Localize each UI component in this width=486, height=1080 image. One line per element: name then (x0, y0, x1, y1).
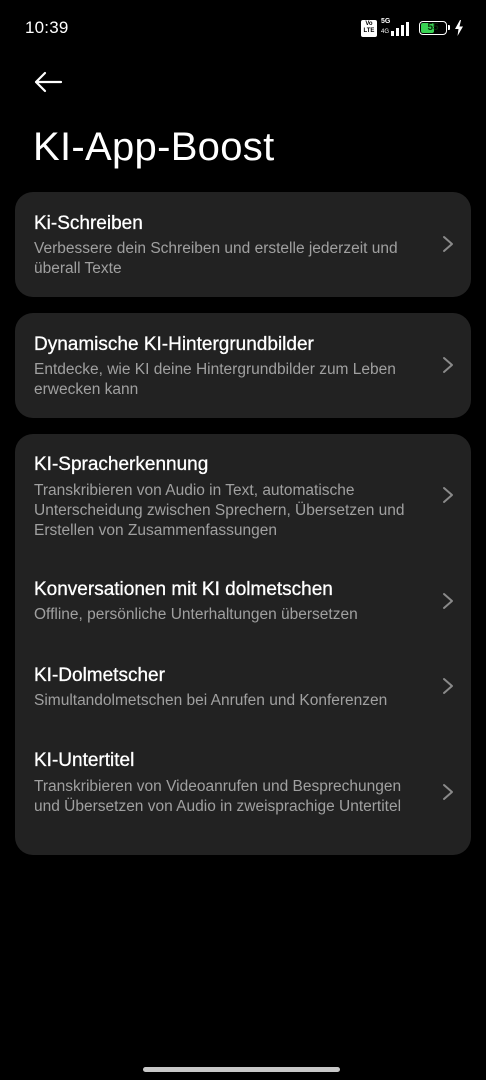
list-item-ki-untertitel[interactable]: KI-Untertitel Transkribieren von Videoan… (15, 732, 471, 855)
page-title: KI-App-Boost (33, 125, 275, 169)
status-bar: 10:39 Vo LTE 5G 4G 55 (0, 0, 486, 56)
item-title: KI-Dolmetscher (34, 665, 165, 686)
list-item-ki-spracherkennung[interactable]: KI-Spracherkennung Transkribieren von Au… (15, 434, 471, 562)
list-item-ki-schreiben[interactable]: Ki-Schreiben Verbessere dein Schreiben u… (15, 192, 471, 297)
item-description: Offline, persönliche Unterhaltungen über… (34, 606, 358, 623)
home-indicator[interactable] (143, 1067, 340, 1072)
battery-icon: 55 (419, 21, 450, 35)
settings-card: Ki-Schreiben Verbessere dein Schreiben u… (15, 192, 471, 297)
list-item-ki-dolmetscher[interactable]: KI-Dolmetscher Simultandolmetschen bei A… (15, 646, 471, 732)
chevron-right-icon (443, 236, 453, 252)
item-title: Dynamische KI-Hintergrundbilder (34, 334, 314, 355)
settings-card: KI-Spracherkennung Transkribieren von Au… (15, 434, 471, 855)
back-button[interactable] (26, 62, 70, 102)
item-title: KI-Spracherkennung (34, 454, 209, 475)
item-title: KI-Untertitel (34, 750, 135, 771)
chevron-right-icon (443, 487, 453, 503)
item-description: Verbessere dein Schreiben und erstelle j… (34, 240, 398, 277)
signal-icon: 5G 4G (381, 18, 411, 37)
item-description: Transkribieren von Audio in Text, automa… (34, 482, 405, 539)
network-type-label: 5G (381, 18, 391, 25)
list-item-dynamische-hintergrundbilder[interactable]: Dynamische KI-Hintergrundbilder Entdecke… (15, 313, 471, 418)
volte-icon: Vo LTE (361, 19, 377, 37)
charging-icon (455, 20, 463, 36)
battery-percent: 55 (427, 22, 439, 33)
chevron-right-icon (443, 678, 453, 694)
chevron-right-icon (443, 784, 453, 800)
status-icons: Vo LTE 5G 4G 55 (361, 17, 464, 39)
item-description: Entdecke, wie KI deine Hintergrundbilder… (34, 361, 396, 398)
item-title: Konversationen mit KI dolmetschen (34, 579, 333, 600)
item-description: Simultandolmetschen bei Anrufen und Konf… (34, 692, 388, 709)
settings-card: Dynamische KI-Hintergrundbilder Entdecke… (15, 313, 471, 418)
signal-bars (391, 22, 409, 36)
item-description: Transkribieren von Videoanrufen und Besp… (34, 778, 402, 815)
item-title: Ki-Schreiben (34, 213, 143, 234)
status-time: 10:39 (25, 18, 69, 37)
list-item-konversationen-dolmetschen[interactable]: Konversationen mit KI dolmetschen Offlin… (15, 562, 471, 646)
arrow-left-icon (34, 71, 63, 93)
chevron-right-icon (443, 357, 453, 373)
network-sub-label: 4G (381, 29, 390, 35)
chevron-right-icon (443, 593, 453, 609)
